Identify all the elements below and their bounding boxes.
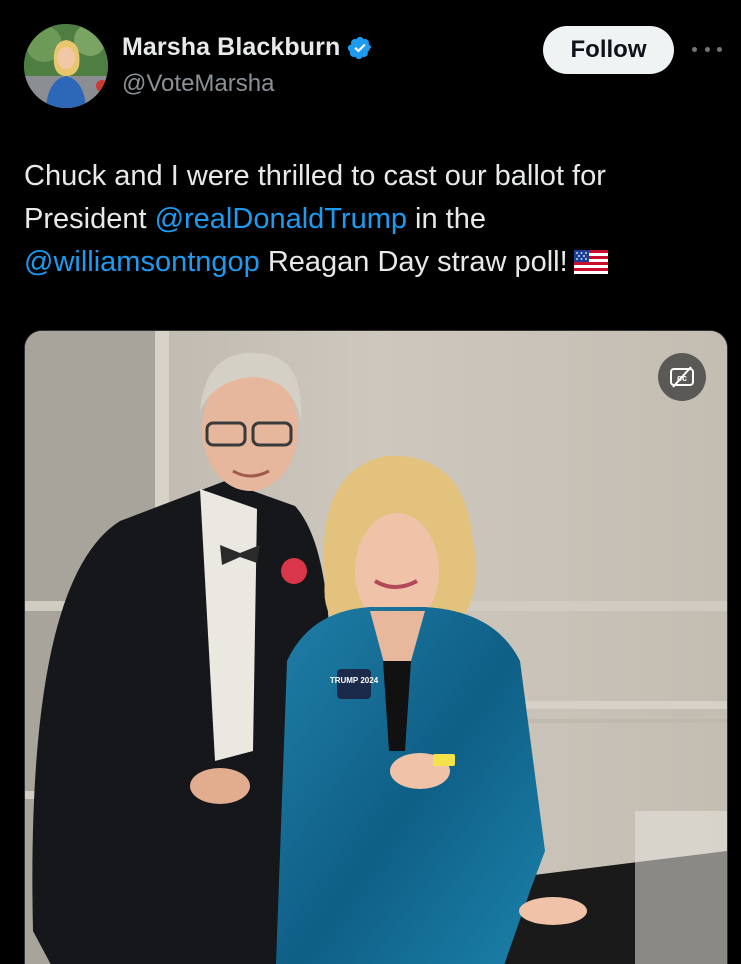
author-name-row[interactable]: Marsha Blackburn (122, 33, 373, 62)
closed-captions-toggle[interactable]: cc (658, 353, 706, 401)
closed-captions-off-icon: cc (670, 366, 694, 388)
follow-button[interactable]: Follow (543, 26, 674, 74)
dot (717, 46, 722, 52)
author-avatar[interactable] (24, 24, 108, 108)
author-handle[interactable]: @VoteMarsha (122, 70, 274, 98)
verified-badge-icon (348, 36, 372, 59)
avatar-photo (24, 24, 108, 108)
trump-pin-text: TRUMP 2024 (330, 676, 379, 685)
tweet-media-photo[interactable]: TRUMP 2024 cc (24, 330, 728, 964)
tweet-view: Marsha Blackburn @VoteMarsha Follow Chuc… (0, 0, 741, 964)
tweet-text-part: Reagan Day straw poll! (259, 246, 568, 278)
mention-link[interactable]: @realDonaldTrump (155, 203, 407, 235)
mention-link[interactable]: @williamsontngop (24, 246, 260, 278)
photo-content: TRUMP 2024 (25, 331, 727, 964)
dot (692, 46, 697, 52)
us-flag-icon (573, 250, 608, 274)
tweet-text: Chuck and I were thrilled to cast our ba… (24, 155, 714, 284)
more-options-icon[interactable] (692, 38, 722, 60)
tweet-text-part: in the (406, 203, 486, 235)
dot (704, 46, 710, 52)
author-display-name[interactable]: Marsha Blackburn (122, 33, 340, 62)
